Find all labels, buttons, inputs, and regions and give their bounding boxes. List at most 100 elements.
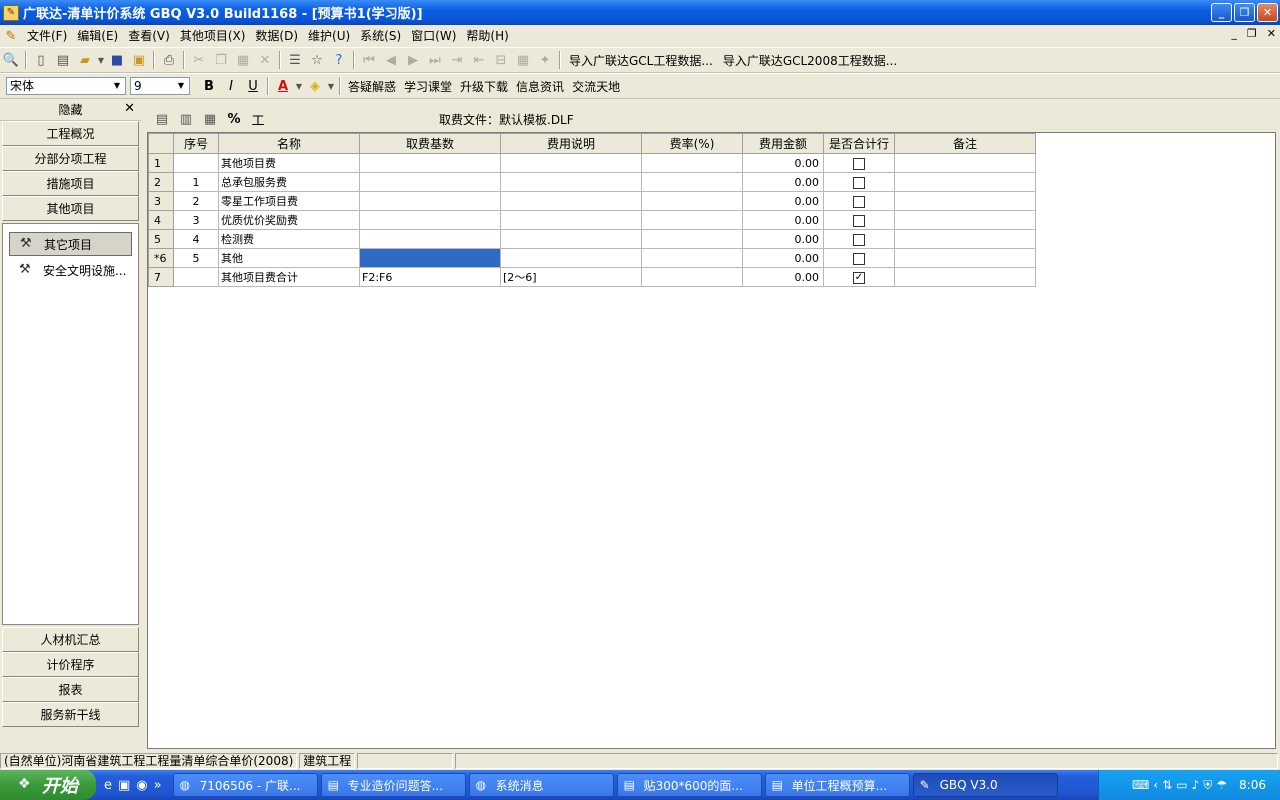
row-number[interactable]: 2 xyxy=(148,172,174,192)
outdent-icon[interactable]: ⇤ xyxy=(468,49,490,71)
menu-edit[interactable]: 编辑(E) xyxy=(72,25,123,47)
dropdown-arrow-icon[interactable]: ▼ xyxy=(326,75,336,97)
cell-base[interactable] xyxy=(359,153,501,173)
grid-icon[interactable]: ▦ xyxy=(512,49,534,71)
cell-total-row[interactable] xyxy=(823,172,895,192)
column-header-note[interactable]: 备注 xyxy=(894,133,1036,154)
clock[interactable]: 8:06 xyxy=(1239,778,1266,792)
copy-icon[interactable]: ❐ xyxy=(210,49,232,71)
desktop-icon[interactable]: ▣ xyxy=(118,778,130,793)
row-number[interactable]: 5 xyxy=(148,229,174,249)
table-row[interactable]: 5 4 检测费 0.00 xyxy=(148,229,1036,249)
nav-measures[interactable]: 措施项目 xyxy=(2,171,139,196)
dropdown-arrow-icon[interactable]: ▼ xyxy=(96,49,106,71)
total-row-checkbox[interactable] xyxy=(853,252,865,265)
column-header-amount[interactable]: 费用金额 xyxy=(742,133,824,154)
task-button[interactable]: ◍ 系统消息 xyxy=(468,773,614,797)
nav-other-items[interactable]: 其他项目 xyxy=(2,196,139,221)
shield-icon[interactable]: ⛨ xyxy=(1203,778,1212,793)
pin-icon[interactable]: ✦ xyxy=(534,49,556,71)
total-row-checkbox[interactable] xyxy=(853,214,865,227)
cell-note[interactable] xyxy=(894,210,1036,230)
open-folder-icon[interactable]: ▰ xyxy=(74,49,96,71)
title-bar[interactable]: ✎ 广联达-清单计价系统 GBQ V3.0 Build1168 - [预算书1(… xyxy=(0,0,1280,25)
table-row[interactable]: 4 3 优质优价奖励费 0.00 xyxy=(148,210,1036,230)
nav-labor-material-summary[interactable]: 人材机汇总 xyxy=(2,627,139,652)
table-row[interactable]: 7 其他项目费合计 F2:F6 [2～6] 0.00 ✓ xyxy=(148,267,1036,287)
cell-name[interactable]: 其他项目费合计 xyxy=(218,267,360,287)
cell-base-selected[interactable] xyxy=(359,248,501,268)
column-header-name[interactable]: 名称 xyxy=(218,133,360,154)
fill-color-icon[interactable]: ◈ xyxy=(304,75,326,97)
collapse-tray-icon[interactable]: ‹ xyxy=(1153,778,1158,792)
cell-seq[interactable]: 2 xyxy=(173,191,219,211)
table-row[interactable]: 1 其他项目费 0.00 xyxy=(148,153,1036,173)
volume-icon[interactable]: ♪ xyxy=(1192,778,1200,792)
cell-base[interactable] xyxy=(359,172,501,192)
maximize-button[interactable]: ❐ xyxy=(1234,3,1255,22)
list-icon[interactable]: ☰ xyxy=(284,49,306,71)
row-number[interactable]: 1 xyxy=(148,153,174,173)
total-row-checkbox[interactable] xyxy=(853,157,865,170)
hide-panel-label[interactable]: 隐藏 xyxy=(58,101,82,118)
umbrella-icon[interactable]: ☂ xyxy=(1216,778,1227,792)
cell-total-row[interactable]: ✓ xyxy=(823,267,895,287)
keyboard-icon[interactable]: ⌨ xyxy=(1132,778,1149,792)
cell-amount[interactable]: 0.00 xyxy=(742,172,824,192)
cell-note[interactable] xyxy=(894,153,1036,173)
cell-seq[interactable]: 1 xyxy=(173,172,219,192)
preview-icon[interactable]: 🔍 xyxy=(0,49,22,71)
total-row-checkbox[interactable]: ✓ xyxy=(853,271,865,284)
help-icon[interactable]: ? xyxy=(328,49,350,71)
task-button[interactable]: ◍ 7106506 - 广联... xyxy=(172,773,318,797)
cell-note[interactable] xyxy=(894,191,1036,211)
dropdown-arrow-icon[interactable]: ▼ xyxy=(294,75,304,97)
cell-note[interactable] xyxy=(894,248,1036,268)
app-icon[interactable]: ✎ xyxy=(3,4,19,21)
cell-desc[interactable] xyxy=(500,229,642,249)
menu-data[interactable]: 数据(D) xyxy=(250,25,303,47)
cell-rate[interactable] xyxy=(641,210,743,230)
task-button-active[interactable]: ✎ GBQ V3.0 xyxy=(912,773,1058,797)
font-name-select[interactable]: 宋体 ▼ xyxy=(6,77,126,95)
network-icon[interactable]: ⇅ xyxy=(1162,778,1172,792)
link-faq[interactable]: 答疑解惑 xyxy=(344,78,400,95)
menu-help[interactable]: 帮助(H) xyxy=(461,25,513,47)
cell-desc[interactable] xyxy=(500,210,642,230)
mdi-restore-button[interactable]: ❐ xyxy=(1247,27,1257,40)
link-news[interactable]: 信息资讯 xyxy=(512,78,568,95)
cell-total-row[interactable] xyxy=(823,229,895,249)
next-icon[interactable]: ▶ xyxy=(402,49,424,71)
paste-icon[interactable]: ▦ xyxy=(232,49,254,71)
cell-total-row[interactable] xyxy=(823,248,895,268)
cell-rate[interactable] xyxy=(641,267,743,287)
cell-amount[interactable]: 0.00 xyxy=(742,267,824,287)
import-gcl-button[interactable]: 导入广联达GCL工程数据... xyxy=(564,52,718,69)
menu-system[interactable]: 系统(S) xyxy=(355,25,406,47)
menu-other-items[interactable]: 其他项目(X) xyxy=(175,25,251,47)
close-panel-icon[interactable]: ✕ xyxy=(124,101,135,116)
cell-rate[interactable] xyxy=(641,191,743,211)
percent-button[interactable]: % xyxy=(223,109,245,131)
tree-item-other[interactable]: ⚒ 其它项目 xyxy=(9,232,132,256)
export-icon[interactable]: ▣ xyxy=(128,49,150,71)
cell-amount[interactable]: 0.00 xyxy=(742,153,824,173)
cell-desc[interactable] xyxy=(500,172,642,192)
bold-button[interactable]: B xyxy=(198,75,220,97)
row-number[interactable]: *6 xyxy=(148,248,174,268)
task-button[interactable]: ▤ 专业造价问题答... xyxy=(320,773,466,797)
mdi-close-button[interactable]: ✕ xyxy=(1267,27,1276,40)
row-number[interactable]: 4 xyxy=(148,210,174,230)
cell-rate[interactable] xyxy=(641,229,743,249)
cell-name[interactable]: 优质优价奖励费 xyxy=(218,210,360,230)
cell-amount[interactable]: 0.00 xyxy=(742,191,824,211)
cell-base[interactable] xyxy=(359,229,501,249)
cell-seq[interactable]: 5 xyxy=(173,248,219,268)
tree-item-safety[interactable]: ⚒ 安全文明设施... xyxy=(9,258,132,282)
fee-grid[interactable]: 序号 名称 取费基数 费用说明 费率(%) 费用金额 是否合计行 备注 1 其他… xyxy=(147,132,1276,749)
nav-project-overview[interactable]: 工程概况 xyxy=(2,121,139,146)
cell-rate[interactable] xyxy=(641,248,743,268)
last-icon[interactable]: ⏭ xyxy=(424,49,446,71)
cell-note[interactable] xyxy=(894,172,1036,192)
delete-icon[interactable]: ✕ xyxy=(254,49,276,71)
